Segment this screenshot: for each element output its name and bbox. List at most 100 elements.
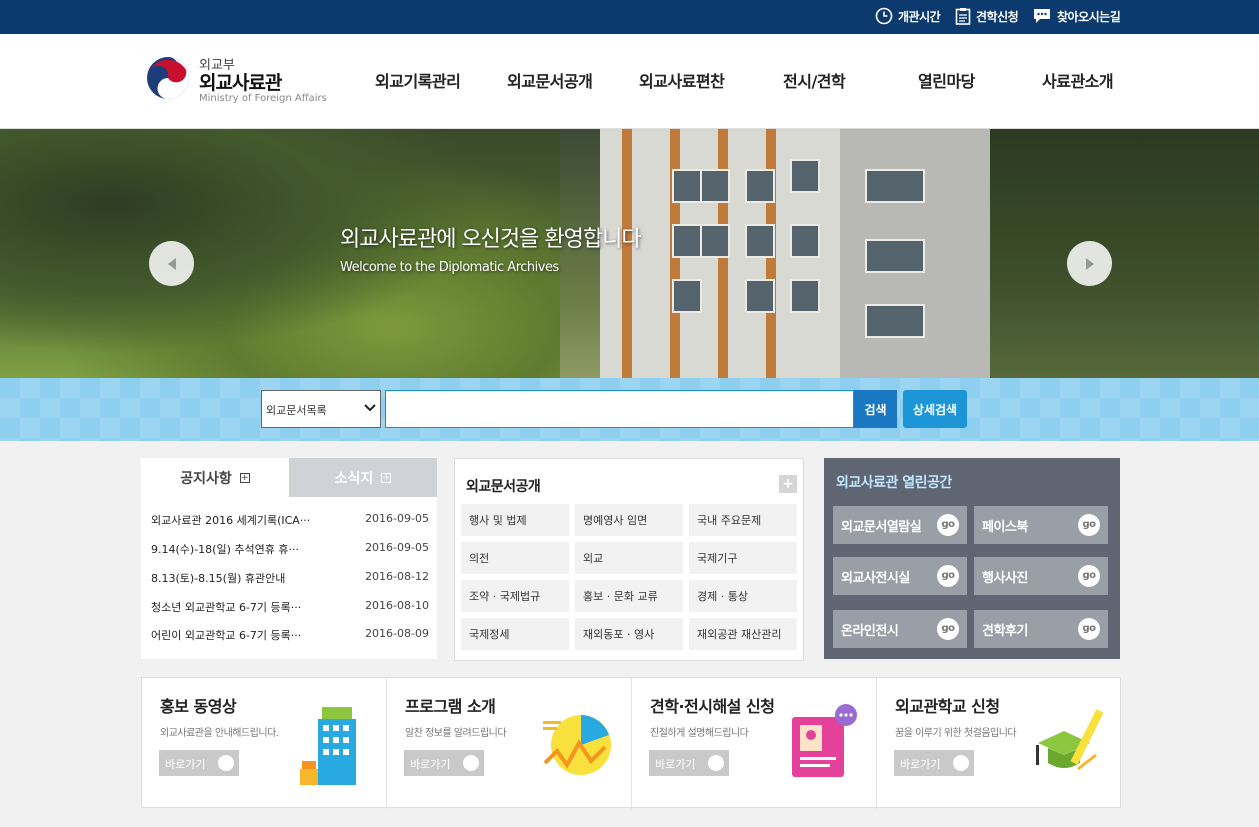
button-label: 외교문서열람실 xyxy=(841,520,922,535)
shortcut-label: 바로가기 xyxy=(165,758,206,771)
notice-date: 2016-08-10 xyxy=(365,599,429,612)
go-icon: go xyxy=(1078,514,1100,536)
hero-forest-left xyxy=(0,129,560,378)
shortcut-label: 바로가기 xyxy=(655,758,696,771)
search-button[interactable]: 검색 xyxy=(854,390,897,428)
nav-open-forum[interactable]: 열린마당 xyxy=(918,68,975,92)
notice-row[interactable]: 8.13(토)-8.15(월) 휴관안내 2016-08-12 xyxy=(151,570,429,590)
nav-exhibition[interactable]: 전시/견학 xyxy=(783,68,846,92)
doc-category-cell[interactable]: 재외공관 재산관리 xyxy=(689,618,797,650)
button-label: 행사사진 xyxy=(982,571,1028,586)
notice-title[interactable]: 8.13(토)-8.15(월) 휴관안내 xyxy=(151,570,285,590)
banner-title: 홍보 동영상 xyxy=(160,697,237,716)
doc-category-cell[interactable]: 조약 · 국제법규 xyxy=(461,580,569,612)
doc-category-cell[interactable]: 의전 xyxy=(461,542,569,574)
id-card-illustration-icon xyxy=(792,704,857,777)
banner-tour-request[interactable]: 견학·전시해설 신청 친절하게 설명해드립니다 바로가기 xyxy=(632,678,877,809)
doc-category-cell[interactable]: 홍보 · 문화 교류 xyxy=(575,580,683,612)
arrow-circle-icon xyxy=(463,755,479,771)
arrow-circle-icon xyxy=(218,755,234,771)
doc-category-cell[interactable]: 국제정세 xyxy=(461,618,569,650)
doc-category-cell[interactable]: 국제기구 xyxy=(689,542,797,574)
search-category-value: 외교문서목록 xyxy=(266,404,327,417)
triangle-right-icon xyxy=(1085,257,1094,270)
notice-row[interactable]: 어린이 외교관학교 6-7기 등록··· 2016-08-09 xyxy=(151,627,429,647)
notice-row[interactable]: 외교사료관 2016 세계기록(ICA··· 2016-09-05 xyxy=(151,512,429,532)
document-disclosure-panel: 외교문서공개 + 행사 및 법제 명예영사 임면 국내 주요문제 의전 외교 국… xyxy=(454,458,804,661)
site-logo[interactable]: 외교부 외교사료관 Ministry of Foreign Affairs xyxy=(146,54,346,114)
chat-bubble-icon xyxy=(1034,9,1050,23)
banner-program[interactable]: 프로그램 소개 알찬 정보를 알려드립니다 바로가기 xyxy=(387,678,632,809)
search-category-select[interactable]: 외교문서목록 xyxy=(261,390,381,428)
go-icon: go xyxy=(937,565,959,587)
online-exhibition-button[interactable]: 온라인전시 go xyxy=(833,610,967,648)
shortcut-label: 바로가기 xyxy=(410,758,451,771)
tab-newsletter[interactable]: 소식지 + xyxy=(289,458,437,497)
doc-category-cell[interactable]: 경제 · 통상 xyxy=(689,580,797,612)
advanced-search-button[interactable]: 상세검색 xyxy=(903,390,967,428)
doc-category-cell[interactable]: 재외동포 · 영사 xyxy=(575,618,683,650)
notice-title[interactable]: 외교사료관 2016 세계기록(ICA··· xyxy=(151,512,310,532)
go-icon: go xyxy=(1078,565,1100,587)
shortcut-button[interactable]: 바로가기 xyxy=(894,750,974,776)
nav-records[interactable]: 외교기록관리 xyxy=(375,68,461,92)
banner-desc: 알찬 정보를 알려드립니다 xyxy=(405,728,507,739)
utility-link-tour[interactable]: 견학신청 xyxy=(955,7,1019,25)
banner-desc: 꿈을 이루기 위한 첫걸음입니다 xyxy=(895,728,1017,739)
utility-link-hours[interactable]: 개관시간 xyxy=(875,7,941,25)
shortcut-button[interactable]: 바로가기 xyxy=(404,750,484,776)
panel-title: 외교문서공개 xyxy=(466,479,541,495)
tab-label: 공지사항 xyxy=(180,470,232,487)
notice-panel: 공지사항 + 소식지 + 외교사료관 2016 세계기록(ICA··· 2016-0… xyxy=(141,458,437,659)
doc-category-cell[interactable]: 외교 xyxy=(575,542,683,574)
banner-desc: 외교사료관을 안내해드립니다. xyxy=(160,728,279,739)
notice-title[interactable]: 9.14(수)-18(일) 추석연휴 휴··· xyxy=(151,541,299,561)
nav-disclosure[interactable]: 외교문서공개 xyxy=(507,68,593,92)
hero-building xyxy=(600,129,1000,378)
button-label: 온라인전시 xyxy=(841,624,899,639)
notice-date: 2016-08-09 xyxy=(365,627,429,640)
notice-title[interactable]: 청소년 외교관학교 6-7기 등록··· xyxy=(151,599,301,619)
utility-bar: 개관시간 견학신청 찾아오시는길 xyxy=(0,0,1259,34)
nav-compilation[interactable]: 외교사료편찬 xyxy=(639,68,725,92)
tour-review-button[interactable]: 견학후기 go xyxy=(974,610,1108,648)
go-icon: go xyxy=(1078,618,1100,640)
arrow-circle-icon xyxy=(708,755,724,771)
notice-row[interactable]: 9.14(수)-18(일) 추석연휴 휴··· 2016-09-05 xyxy=(151,541,429,561)
nav-about[interactable]: 사료관소개 xyxy=(1042,68,1114,92)
shortcut-button[interactable]: 바로가기 xyxy=(159,750,239,776)
utility-link-directions[interactable]: 찾아오시는길 xyxy=(1032,7,1121,25)
notice-row[interactable]: 청소년 외교관학교 6-7기 등록··· 2016-08-10 xyxy=(151,599,429,619)
plus-icon[interactable]: + xyxy=(381,472,392,483)
search-input[interactable] xyxy=(385,390,854,428)
shortcut-button[interactable]: 바로가기 xyxy=(649,750,729,776)
utility-label: 찾아오시는길 xyxy=(1057,9,1121,24)
exhibition-room-button[interactable]: 외교사전시실 go xyxy=(833,557,967,595)
hero-next-button[interactable] xyxy=(1067,241,1112,286)
tab-notice[interactable]: 공지사항 + xyxy=(141,458,289,497)
facebook-button[interactable]: 페이스북 go xyxy=(974,506,1108,544)
more-plus-button[interactable]: + xyxy=(779,475,797,493)
hero-banner: 외교사료관에 오신것을 환영합니다 Welcome to the Diploma… xyxy=(0,129,1259,378)
notice-title[interactable]: 어린이 외교관학교 6-7기 등록··· xyxy=(151,627,301,647)
plus-icon[interactable]: + xyxy=(239,472,250,483)
arrow-circle-icon xyxy=(953,755,969,771)
button-label: 페이스북 xyxy=(982,520,1028,535)
utility-label: 견학신청 xyxy=(976,9,1019,24)
site-header: 외교부 외교사료관 Ministry of Foreign Affairs 외교… xyxy=(0,34,1259,129)
banner-diplomat-school[interactable]: 외교관학교 신청 꿈을 이루기 위한 첫걸음입니다 바로가기 xyxy=(877,678,1122,809)
banner-desc: 친절하게 설명해드립니다 xyxy=(650,728,749,739)
doc-category-cell[interactable]: 명예영사 임면 xyxy=(575,504,683,536)
button-label: 견학후기 xyxy=(982,624,1028,639)
hero-prev-button[interactable] xyxy=(149,241,194,286)
doc-category-cell[interactable]: 국내 주요문제 xyxy=(689,504,797,536)
go-icon: go xyxy=(937,618,959,640)
doc-category-cell[interactable]: 행사 및 법제 xyxy=(461,504,569,536)
event-photos-button[interactable]: 행사사진 go xyxy=(974,557,1108,595)
logo-english: Ministry of Foreign Affairs xyxy=(199,93,327,104)
notice-date: 2016-09-05 xyxy=(365,512,429,525)
clock-icon xyxy=(875,7,893,25)
reading-room-button[interactable]: 외교문서열람실 go xyxy=(833,506,967,544)
go-icon: go xyxy=(937,514,959,536)
banner-promo-video[interactable]: 홍보 동영상 외교사료관을 안내해드립니다. 바로가기 xyxy=(142,678,387,809)
